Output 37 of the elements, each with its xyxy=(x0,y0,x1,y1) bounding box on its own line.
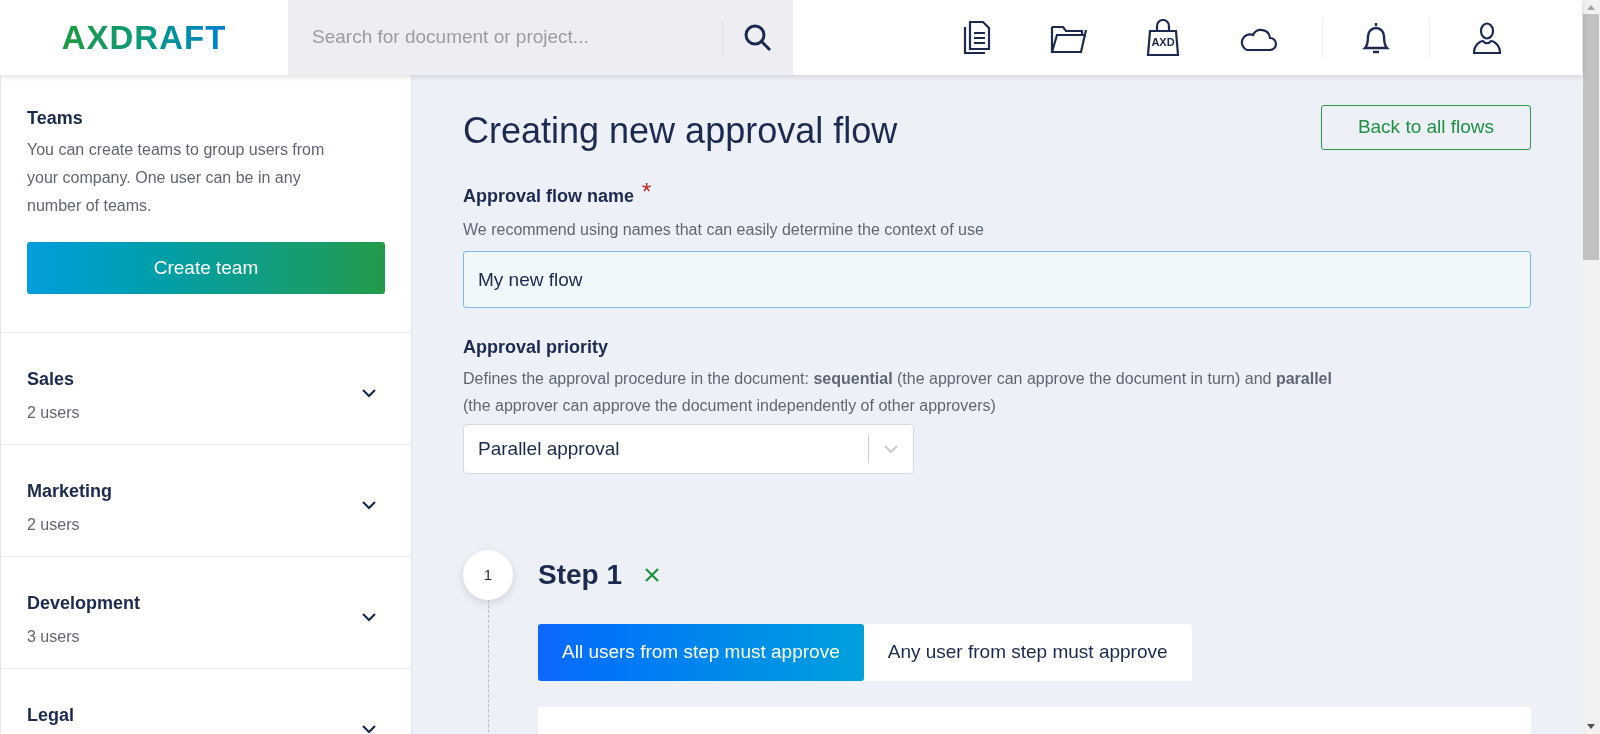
team-row[interactable]: Development 3 users xyxy=(1,556,411,668)
scrollbar[interactable] xyxy=(1582,0,1600,734)
step-title: Step 1 xyxy=(538,558,623,592)
chevron-down-icon xyxy=(361,500,377,510)
required-mark: * xyxy=(642,183,652,201)
team-user-count: 3 users xyxy=(27,627,81,647)
team-name: Sales xyxy=(27,368,76,391)
search-bar[interactable]: Search for document or project... xyxy=(288,0,793,75)
team-user-count: 2 users xyxy=(27,515,81,535)
chevron-down-icon xyxy=(883,444,899,454)
priority-select[interactable]: Parallel approval xyxy=(463,424,914,474)
approval-mode-tab[interactable]: Any user from step must approve xyxy=(863,624,1192,681)
team-row[interactable]: Legal xyxy=(1,668,411,734)
search-field[interactable]: Search for document or project... xyxy=(312,23,722,52)
team-name: Marketing xyxy=(27,480,114,503)
chevron-down-icon xyxy=(361,724,377,734)
approval-mode-tab[interactable]: All users from step must approve xyxy=(538,624,864,681)
field-hint: Defines the approval procedure in the document: sequential (the approver can approve the document in turn) and parallel (the approver can approve the document independently of other approvers) xyxy=(463,369,1333,416)
page-title: Creating new approval flow xyxy=(463,109,898,153)
section-description: You can create teams to group users from your company. One user can be in any number of teams. xyxy=(27,140,326,216)
team-name: Development xyxy=(27,592,142,615)
team-row[interactable]: Marketing 2 users xyxy=(1,444,411,556)
team-user-count: 2 users xyxy=(27,403,81,423)
step-number: 1 xyxy=(463,550,513,600)
team-name: Legal xyxy=(27,704,75,727)
chevron-down-icon xyxy=(361,612,377,622)
close-icon[interactable] xyxy=(644,567,661,583)
back-button[interactable]: Back to all flows xyxy=(1321,105,1531,150)
flow-name-field[interactable]: My new flow xyxy=(463,251,1531,308)
field-label: Approval flow name xyxy=(463,185,635,208)
field-label: Approval priority xyxy=(463,336,610,359)
user-icon[interactable] xyxy=(1472,20,1502,55)
section-title: Teams xyxy=(27,107,84,130)
chevron-down-icon xyxy=(361,388,377,398)
team-row[interactable]: Sales 2 users xyxy=(1,332,411,444)
field-hint: We recommend using names that can easily determine the context of use xyxy=(463,220,985,240)
search-icon[interactable] xyxy=(743,22,773,53)
